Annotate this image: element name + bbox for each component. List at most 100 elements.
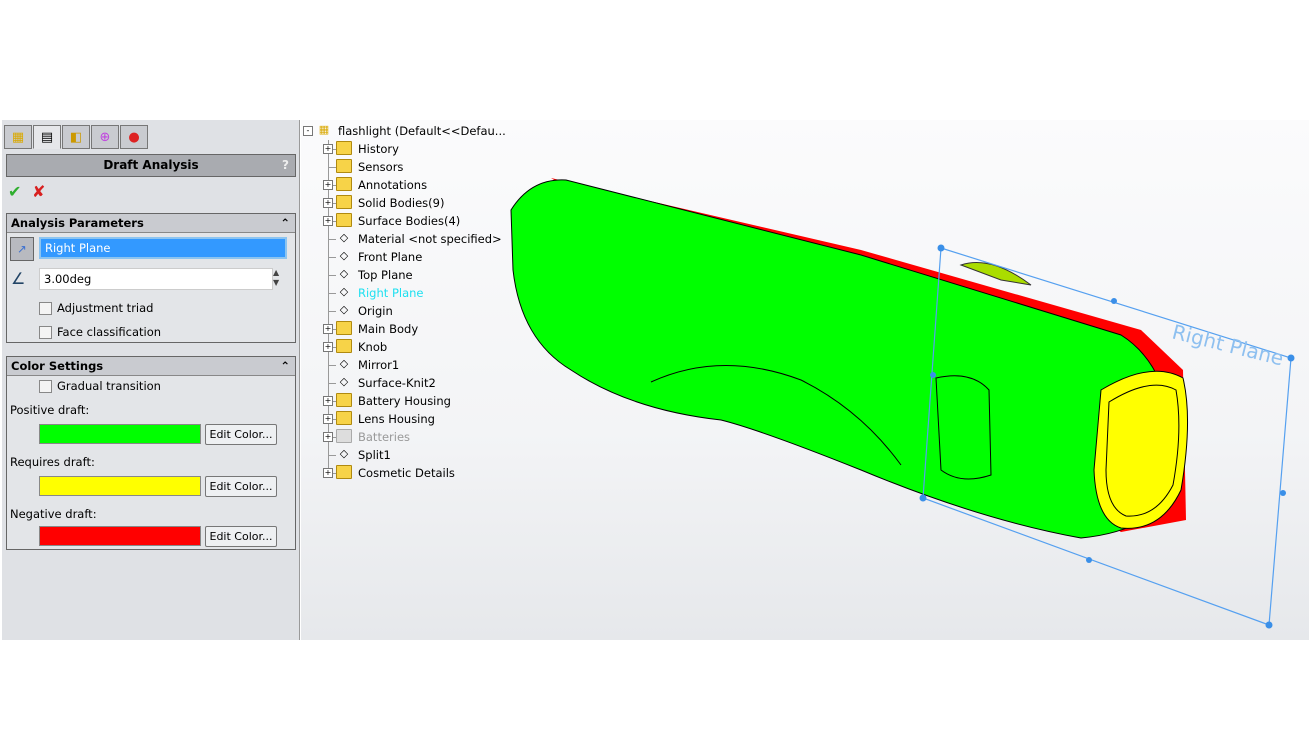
feature-manager-tab[interactable]: ▦ [4, 125, 32, 149]
collapse-icon[interactable]: - [303, 126, 313, 136]
tree-item-label: Cosmetic Details [358, 466, 455, 480]
tree-item[interactable]: + Cosmetic Details [300, 464, 500, 482]
tree-item-label: Front Plane [358, 250, 423, 264]
requires-draft-label: Requires draft: [10, 455, 95, 469]
edit-positive-color-button[interactable]: Edit Color... [205, 424, 277, 445]
angle-spinner[interactable]: ▲ ▼ [273, 268, 279, 288]
expand-icon[interactable]: + [323, 342, 333, 352]
edit-negative-color-button[interactable]: Edit Color... [205, 526, 277, 547]
tree-item[interactable]: ◇ Front Plane [300, 248, 500, 266]
tree-item-label: Origin [358, 304, 393, 318]
direction-field[interactable]: Right Plane [39, 237, 287, 259]
collapse-icon[interactable]: ⌃ [280, 214, 290, 232]
tree-item-label: Surface-Knit2 [358, 376, 436, 390]
tree-item[interactable]: + Batteries [300, 428, 500, 446]
folder-icon [336, 141, 352, 155]
expand-icon[interactable]: + [323, 396, 333, 406]
gradual-transition-checkbox[interactable]: Gradual transition [39, 379, 161, 393]
color-settings-header[interactable]: Color Settings ⌃ [7, 357, 295, 376]
tree-item[interactable]: ◇ Split1 [300, 446, 500, 464]
dimxpert-tab[interactable]: ⊕ [91, 125, 119, 149]
color-settings-group: Color Settings ⌃ Gradual transition Posit… [6, 356, 296, 550]
feature-icon: ◇ [339, 375, 349, 388]
help-button[interactable]: ? [282, 155, 289, 176]
tree-item[interactable]: + Battery Housing [300, 392, 500, 410]
tree-item-label: Surface Bodies(4) [358, 214, 461, 228]
feature-icon: ◇ [339, 267, 349, 280]
feature-icon: ◇ [339, 303, 349, 316]
root-label: flashlight (Default<<Defau... [338, 124, 506, 138]
cancel-button[interactable]: ✘ [32, 182, 45, 201]
feature-tree: - ▦ flashlight (Default<<Defau... + History S… [300, 120, 506, 490]
edit-requires-color-button[interactable]: Edit Color... [205, 476, 277, 497]
tree-item-label: Solid Bodies(9) [358, 196, 445, 210]
direction-of-pull-icon[interactable]: ↗ [10, 237, 34, 261]
expand-icon[interactable]: + [323, 216, 333, 226]
property-manager-panel: ▦ ▤ ◧ ⊕ ● Draft Analysis? ✔ ✘ Analysis P… [2, 120, 300, 640]
tree-item[interactable]: ◇ Origin [300, 302, 500, 320]
negative-draft-label: Negative draft: [10, 507, 97, 521]
feature-icon: ◇ [339, 447, 349, 460]
tree-item-label: Knob [358, 340, 388, 354]
tree-item[interactable]: Sensors [300, 158, 500, 176]
display-manager-tab[interactable]: ● [120, 125, 148, 149]
expand-icon[interactable]: + [323, 414, 333, 424]
draft-angle-input[interactable]: 3.00deg [39, 268, 273, 290]
plane-label: Right Plane [1170, 320, 1286, 371]
part-icon: ▦ [318, 123, 330, 136]
group-title: Analysis Parameters [11, 216, 144, 230]
expand-icon[interactable]: + [323, 324, 333, 334]
folder-icon [336, 213, 352, 227]
flashlight-body [510, 179, 1172, 539]
feature-icon: ◇ [339, 285, 349, 298]
negative-color-swatch [39, 526, 201, 546]
tree-item[interactable]: + Knob [300, 338, 500, 356]
tree-item-label: History [358, 142, 399, 156]
tree-item[interactable]: + Annotations [300, 176, 500, 194]
expand-icon[interactable]: + [323, 468, 333, 478]
expand-icon[interactable]: + [323, 180, 333, 190]
analysis-parameters-header[interactable]: Analysis Parameters ⌃ [7, 214, 295, 233]
collapse-icon[interactable]: ⌃ [280, 357, 290, 375]
tree-item-label: Lens Housing [358, 412, 435, 426]
positive-draft-label: Positive draft: [10, 403, 90, 417]
tree-item[interactable]: ◇ Mirror1 [300, 356, 500, 374]
tree-item-label: Split1 [358, 448, 391, 462]
tree-item[interactable]: + Surface Bodies(4) [300, 212, 500, 230]
ok-button[interactable]: ✔ [8, 182, 21, 201]
panel-title: Draft Analysis? [6, 154, 296, 177]
configuration-manager-tab[interactable]: ◧ [62, 125, 90, 149]
tree-item[interactable]: ◇ Surface-Knit2 [300, 374, 500, 392]
display-manager-icon: ● [128, 129, 140, 145]
feature-manager-icon: ▦ [11, 129, 25, 145]
tree-item-label: Material <not specified> [358, 232, 502, 246]
draft-angle-icon: ∠ [11, 269, 26, 288]
adjustment-triad-checkbox[interactable]: Adjustment triad [39, 301, 153, 315]
expand-icon[interactable]: + [323, 432, 333, 442]
feature-icon: ◇ [339, 357, 349, 370]
folder-icon [336, 339, 352, 353]
tree-item[interactable]: + Lens Housing [300, 410, 500, 428]
label: Face classification [57, 325, 162, 339]
tree-item[interactable]: + Solid Bodies(9) [300, 194, 500, 212]
tree-item[interactable]: + History [300, 140, 500, 158]
expand-icon[interactable]: + [323, 144, 333, 154]
tree-item-label: Top Plane [358, 268, 413, 282]
folder-icon [336, 411, 352, 425]
tree-item[interactable]: ◇ Right Plane [300, 284, 500, 302]
positive-color-swatch [39, 424, 201, 444]
group-title: Color Settings [11, 359, 104, 373]
expand-icon[interactable]: + [323, 198, 333, 208]
tree-item[interactable]: ◇ Material <not specified> [300, 230, 502, 248]
tree-item-label: Mirror1 [358, 358, 400, 372]
configuration-manager-icon: ◧ [69, 129, 83, 145]
tree-item-label: Battery Housing [358, 394, 451, 408]
tree-item-label: Sensors [358, 160, 404, 174]
property-manager-tab[interactable]: ▤ [33, 125, 61, 149]
tree-item[interactable]: + Main Body [300, 320, 500, 338]
tree-item-label: Annotations [358, 178, 428, 192]
face-classification-checkbox[interactable]: Face classification [39, 325, 161, 339]
tree-item-label: Right Plane [358, 286, 424, 300]
tree-item[interactable]: ◇ Top Plane [300, 266, 500, 284]
folder-icon [336, 393, 352, 407]
